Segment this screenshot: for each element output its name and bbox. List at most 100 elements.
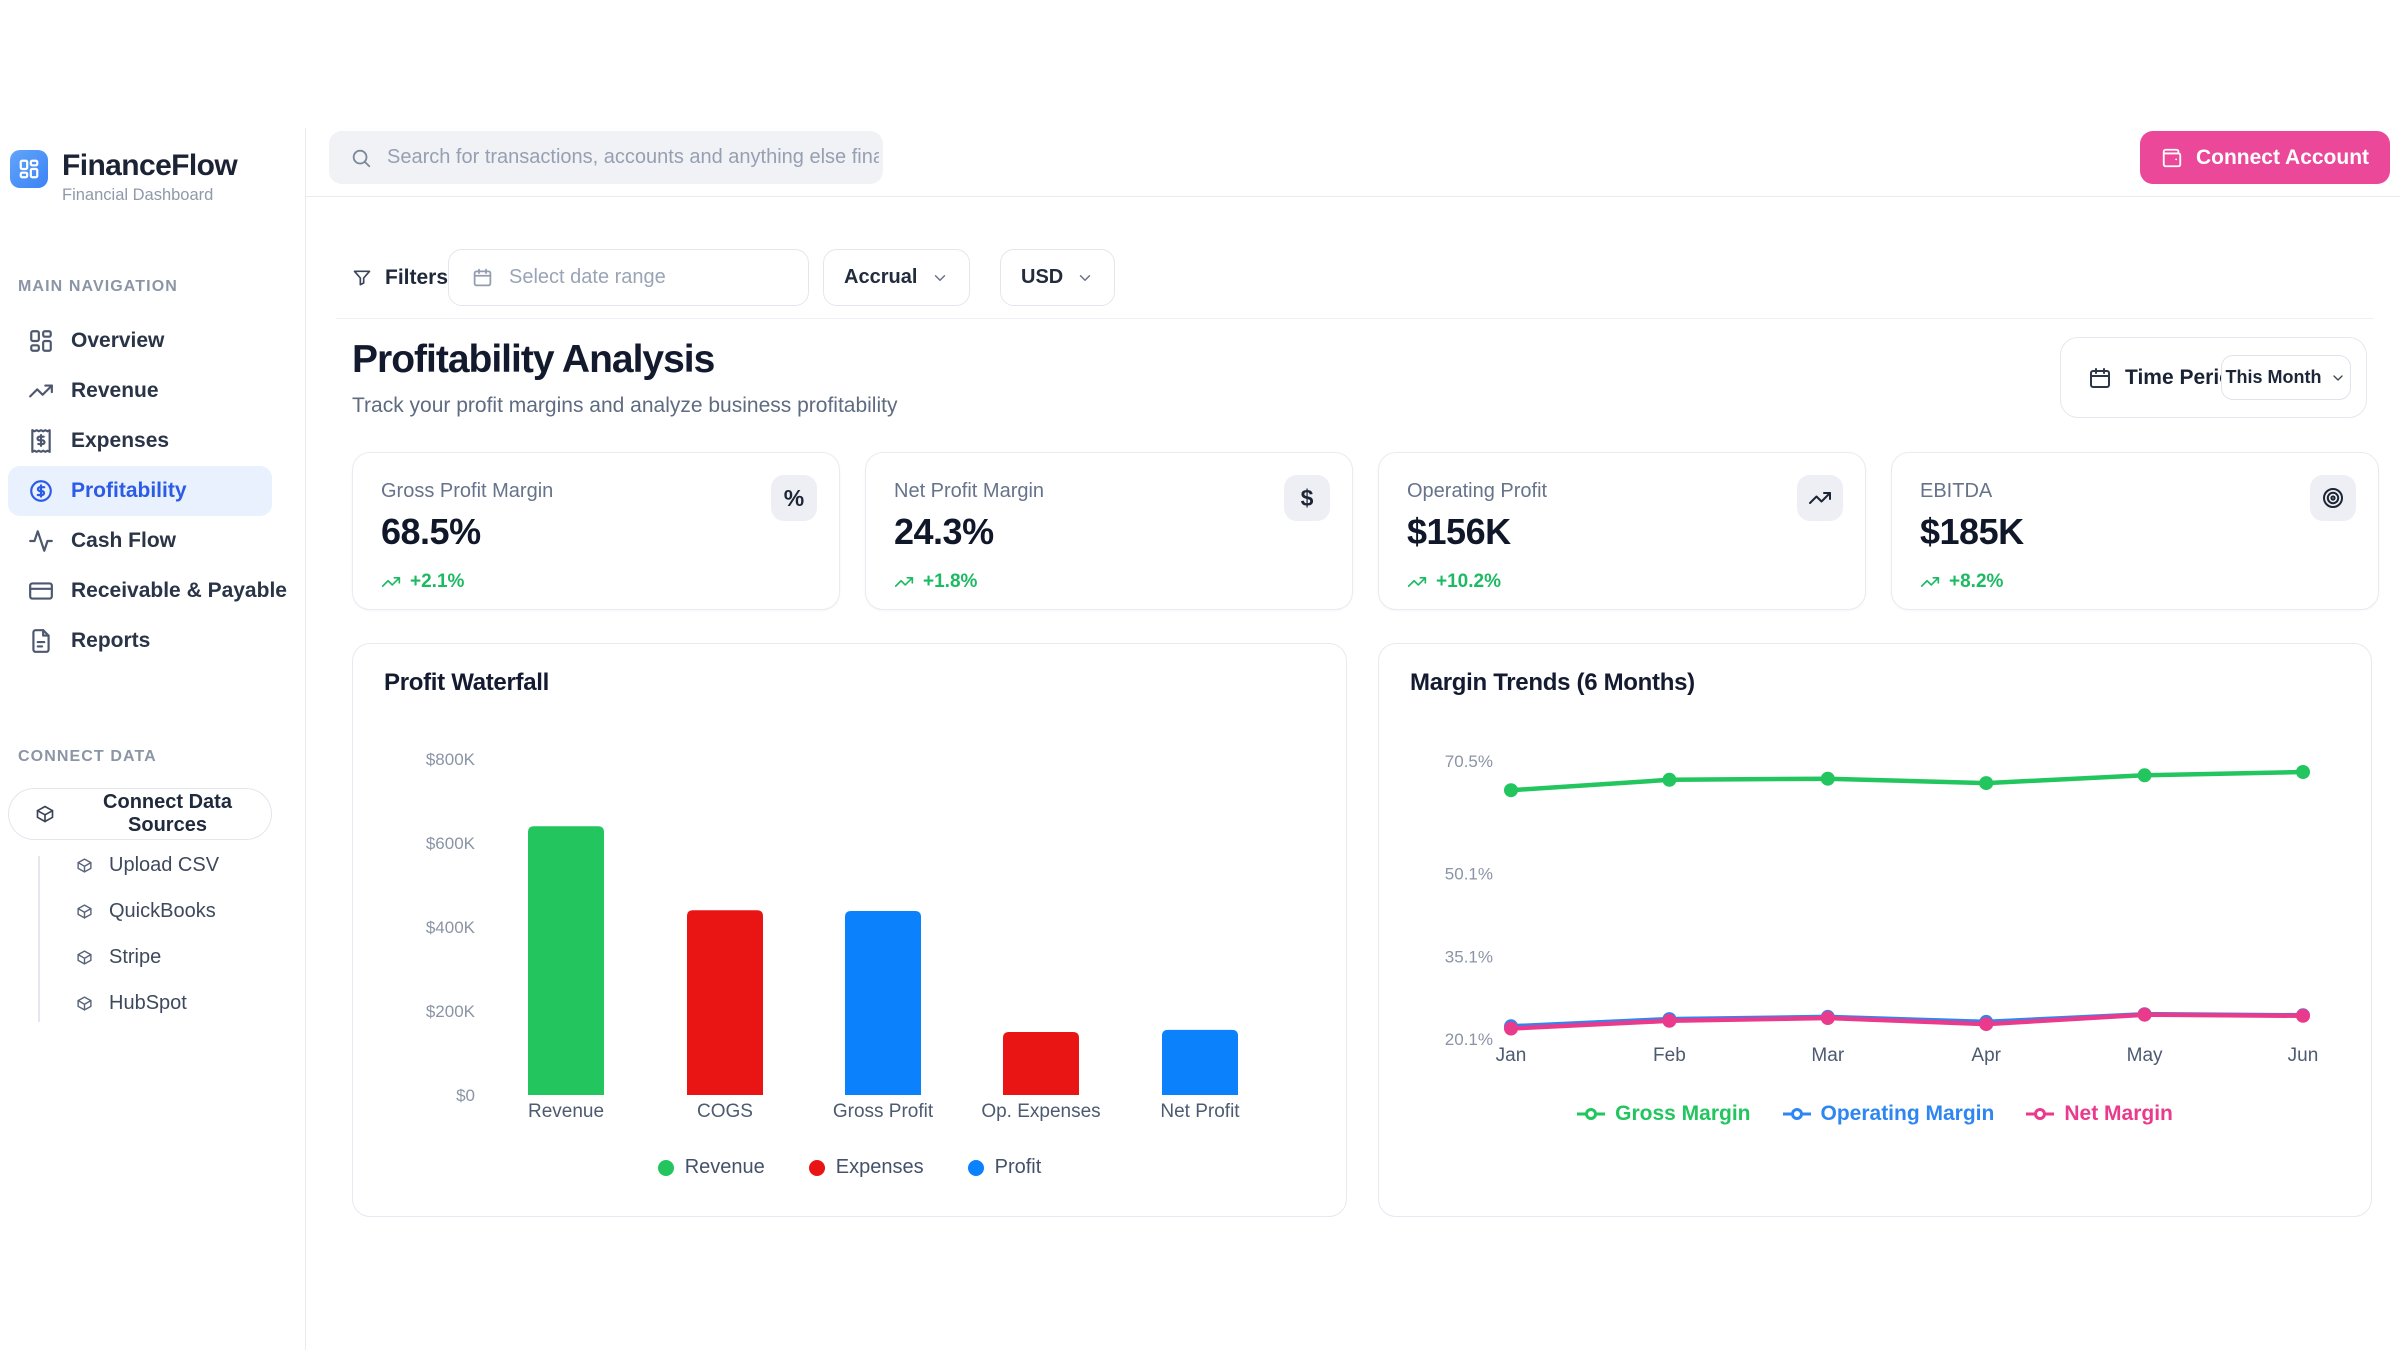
grid-icon	[28, 328, 54, 354]
trending-up-icon	[1920, 572, 1940, 592]
calendar-icon	[472, 267, 493, 288]
waterfall-bar-net-profit	[1162, 1030, 1238, 1095]
legend-item-revenue: Revenue	[658, 1156, 765, 1179]
connect-item-upload-csv[interactable]: Upload CSV	[0, 842, 306, 888]
nav-section-label: MAIN NAVIGATION	[18, 278, 178, 296]
header-divider	[306, 196, 2400, 197]
waterfall-legend: RevenueExpensesProfit	[353, 1156, 1346, 1179]
connect-item-quickbooks[interactable]: QuickBooks	[0, 888, 306, 934]
svg-text:20.1%: 20.1%	[1445, 1030, 1493, 1049]
sidebar-item-revenue[interactable]: Revenue	[0, 366, 306, 416]
chevron-down-icon	[931, 269, 949, 287]
legend-swatch	[658, 1160, 674, 1176]
svg-text:$800K: $800K	[426, 750, 476, 769]
connect-item-label: QuickBooks	[109, 900, 216, 923]
filters-button[interactable]: Filters	[352, 252, 448, 304]
kpi-change-value: +10.2%	[1436, 571, 1501, 593]
kpi-change: +8.2%	[1920, 571, 2003, 593]
time-period-value: This Month	[2226, 367, 2322, 388]
connect-data-sources-label: Connect Data Sources	[70, 791, 265, 837]
svg-text:Net Profit: Net Profit	[1160, 1101, 1240, 1122]
legend-label: Revenue	[685, 1156, 765, 1179]
sidebar-item-label: Overview	[71, 329, 164, 353]
trending-up-icon	[28, 378, 54, 404]
currency-value: USD	[1021, 266, 1063, 289]
svg-text:Jun: Jun	[2288, 1045, 2319, 1066]
trending-up-icon	[894, 572, 914, 592]
accounting-basis-select[interactable]: Accrual	[823, 249, 970, 306]
dollar-circle-icon	[28, 478, 54, 504]
trending-up-icon	[1407, 572, 1427, 592]
filters-label: Filters	[385, 266, 448, 290]
brand: FinanceFlow Financial Dashboard	[10, 150, 237, 205]
time-period-select[interactable]: This Month	[2221, 355, 2351, 400]
brand-tagline: Financial Dashboard	[62, 186, 237, 205]
sidebar-item-profitability[interactable]: Profitability	[8, 466, 272, 516]
search-box[interactable]	[329, 131, 883, 184]
kpi-change-value: +1.8%	[923, 571, 977, 593]
waterfall-bar-gross-profit	[845, 911, 921, 1095]
accounting-basis-value: Accrual	[844, 266, 917, 289]
file-icon	[28, 628, 54, 654]
filters-divider	[336, 318, 2374, 319]
activity-icon	[28, 528, 54, 554]
profit-waterfall-card: Profit Waterfall $0$200K$400K$600K$800KR…	[352, 643, 1347, 1217]
kpi-target-icon	[2310, 475, 2356, 521]
sidebar-item-label: Expenses	[71, 429, 169, 453]
connect-item-stripe[interactable]: Stripe	[0, 934, 306, 980]
trending-up-icon	[381, 572, 401, 592]
connect-account-button[interactable]: Connect Account	[2140, 131, 2390, 184]
brand-name: FinanceFlow	[62, 150, 237, 182]
kpi-label: Net Profit Margin	[894, 480, 1044, 503]
cube-icon	[76, 903, 93, 920]
currency-select[interactable]: USD	[1000, 249, 1115, 306]
kpi-label: Operating Profit	[1407, 480, 1547, 503]
legend-line-marker-icon	[1783, 1108, 1811, 1120]
time-period-widget: Time Period This Month	[2060, 337, 2367, 418]
trending-up-icon	[1920, 572, 1940, 592]
sidebar-item-receivable-payable[interactable]: Receivable & Payable	[0, 566, 306, 616]
search-input[interactable]	[387, 146, 879, 169]
chevron-down-icon	[2330, 370, 2346, 386]
connect-data-sources-button[interactable]: Connect Data Sources	[8, 788, 272, 840]
date-range-input[interactable]: Select date range	[448, 249, 809, 306]
search-icon	[350, 147, 372, 169]
waterfall-bar-cogs	[687, 910, 763, 1095]
funnel-icon	[352, 268, 372, 288]
kpi-card-operating-profit: Operating Profit$156K+10.2%	[1378, 452, 1866, 610]
svg-text:$0: $0	[456, 1086, 475, 1105]
waterfall-bar-revenue	[528, 826, 604, 1095]
chevron-down-icon	[1076, 269, 1094, 287]
kpi-card-gross-profit-margin: Gross Profit Margin%68.5%+2.1%	[352, 452, 840, 610]
connect-item-label: Upload CSV	[109, 854, 219, 877]
kpi-value: $185K	[1920, 511, 2024, 553]
kpi-change: +10.2%	[1407, 571, 1501, 593]
margin-trends-legend: Gross MarginOperating MarginNet Margin	[1379, 1102, 2371, 1126]
sidebar-item-cash-flow[interactable]: Cash Flow	[0, 516, 306, 566]
legend-swatch	[809, 1160, 825, 1176]
app-root: FinanceFlow Financial Dashboard MAIN NAV…	[0, 0, 2400, 1350]
connect-account-label: Connect Account	[2196, 146, 2369, 170]
legend-item-gross-margin: Gross Margin	[1577, 1102, 1750, 1126]
svg-text:$200K: $200K	[426, 1002, 476, 1021]
connect-item-label: HubSpot	[109, 992, 187, 1015]
credit-card-icon	[28, 578, 54, 604]
kpi-card-ebitda: EBITDA$185K+8.2%	[1891, 452, 2379, 610]
svg-text:Op. Expenses: Op. Expenses	[981, 1101, 1100, 1122]
legend-label: Net Margin	[2064, 1102, 2173, 1126]
funnel-icon	[352, 268, 372, 288]
search-icon	[350, 147, 372, 169]
connect-section-label: CONNECT DATA	[18, 748, 157, 766]
connect-item-label: Stripe	[109, 946, 161, 969]
legend-item-profit: Profit	[968, 1156, 1042, 1179]
cube-icon	[35, 804, 55, 824]
sidebar-item-overview[interactable]: Overview	[0, 316, 306, 366]
svg-text:35.1%: 35.1%	[1445, 947, 1493, 966]
page-subtitle: Track your profit margins and analyze bu…	[352, 394, 897, 418]
sidebar-item-label: Revenue	[71, 379, 159, 403]
sidebar-item-expenses[interactable]: Expenses	[0, 416, 306, 466]
kpi-value: 24.3%	[894, 511, 994, 553]
calendar-icon	[472, 267, 493, 288]
connect-item-hubspot[interactable]: HubSpot	[0, 980, 306, 1026]
sidebar-item-reports[interactable]: Reports	[0, 616, 306, 666]
